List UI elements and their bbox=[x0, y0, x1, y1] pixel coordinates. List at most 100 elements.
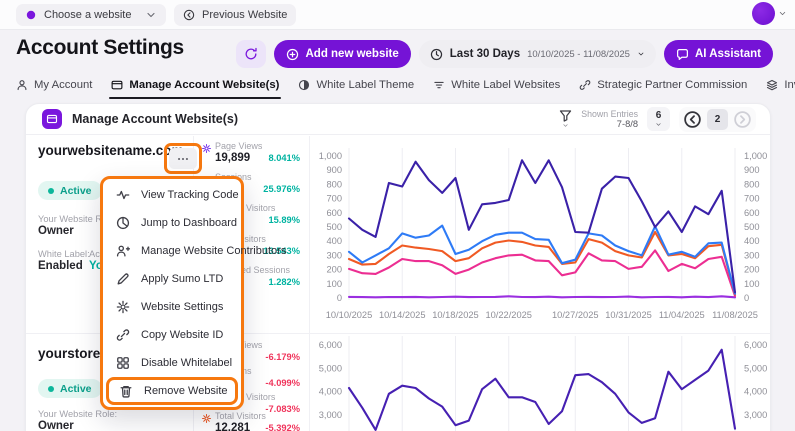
svg-text:100: 100 bbox=[326, 279, 342, 289]
menu-item-apply-sumo-ltd[interactable]: Apply Sumo LTD bbox=[103, 265, 241, 293]
more-options-button[interactable] bbox=[169, 148, 197, 169]
tab-my-account[interactable]: My Account bbox=[16, 79, 92, 99]
svg-text:3,000: 3,000 bbox=[744, 410, 767, 420]
menu-item-label: Copy Website ID bbox=[141, 329, 224, 341]
traffic-chart: 3,000 3,000 4,000 4,000 5,000 5,000 6,000 6,000 bbox=[319, 336, 767, 431]
app-screen: Choose a website Previous Website Accoun… bbox=[0, 0, 795, 431]
stat-delta: 1.282% bbox=[268, 277, 300, 287]
pen-icon bbox=[116, 272, 130, 286]
bars-icon bbox=[433, 79, 445, 91]
role-value: Owner bbox=[38, 225, 74, 237]
ai-assistant-button[interactable]: AI Assistant bbox=[663, 40, 773, 68]
tab-invoices[interactable]: Invoices bbox=[766, 79, 795, 99]
panel-title: Manage Account Website(s) bbox=[72, 112, 238, 126]
role-label: Your Website Role: bbox=[38, 409, 118, 419]
date-range-value: 10/10/2025 - 11/08/2025 bbox=[527, 48, 630, 60]
stat-delta: 15.89% bbox=[268, 215, 300, 225]
svg-text:600: 600 bbox=[744, 208, 760, 218]
svg-text:11/04/2025: 11/04/2025 bbox=[659, 310, 705, 320]
globe-dot-icon bbox=[25, 9, 37, 21]
menu-item-label: Jump to Dashboard bbox=[141, 217, 237, 229]
choose-website-dropdown[interactable]: Choose a website bbox=[16, 4, 166, 26]
add-new-website-button[interactable]: Add new website bbox=[274, 40, 411, 68]
period-label: Last 30 Days bbox=[449, 48, 521, 60]
sun-icon bbox=[201, 413, 212, 424]
tab-label: White Label Theme bbox=[316, 79, 415, 91]
svg-text:100: 100 bbox=[744, 279, 760, 289]
shown-entries: Shown Entries 7-8/8 bbox=[581, 109, 638, 130]
menu-item-jump-to-dashboard[interactable]: Jump to Dashboard bbox=[103, 209, 241, 237]
svg-text:500: 500 bbox=[326, 222, 342, 232]
svg-text:10/10/2025: 10/10/2025 bbox=[326, 310, 373, 320]
svg-text:5,000: 5,000 bbox=[319, 363, 342, 373]
svg-text:900: 900 bbox=[326, 165, 342, 175]
menu-item-website-settings[interactable]: Website Settings bbox=[103, 293, 241, 321]
svg-text:0: 0 bbox=[337, 293, 342, 303]
tab-white-label-theme[interactable]: White Label Theme bbox=[298, 79, 414, 99]
panel-header: Manage Account Website(s) Shown Entries … bbox=[26, 104, 770, 135]
page-title: Account Settings bbox=[16, 36, 184, 59]
tab-manage-account-website-s[interactable]: Manage Account Website(s) bbox=[109, 79, 282, 99]
status-dot-icon bbox=[48, 187, 54, 194]
svg-text:200: 200 bbox=[744, 265, 760, 275]
role-value: Owner bbox=[38, 420, 74, 431]
activity-icon bbox=[116, 188, 130, 202]
ai-assistant-label: AI Assistant bbox=[694, 48, 761, 60]
menu-item-copy-website-id[interactable]: Copy Website ID bbox=[103, 321, 241, 349]
panel-controls: Shown Entries 7-8/8 6 2 bbox=[559, 106, 756, 132]
tab-white-label-websites[interactable]: White Label Websites bbox=[433, 79, 560, 99]
card-icon bbox=[46, 113, 58, 125]
stat-delta: 25.976% bbox=[263, 184, 300, 194]
browser-icon bbox=[111, 79, 123, 91]
date-range-picker[interactable]: Last 30 Days 10/10/2025 - 11/08/2025 bbox=[418, 40, 656, 68]
svg-text:700: 700 bbox=[744, 194, 760, 204]
panel-title-group: Manage Account Website(s) bbox=[42, 109, 238, 129]
user-menu[interactable] bbox=[752, 2, 787, 25]
svg-text:600: 600 bbox=[326, 208, 342, 218]
status-dot-icon bbox=[48, 385, 54, 392]
svg-text:400: 400 bbox=[744, 236, 760, 246]
svg-text:3,000: 3,000 bbox=[319, 410, 342, 420]
sun-icon bbox=[201, 143, 212, 154]
pagination: 2 bbox=[679, 106, 756, 132]
svg-text:900: 900 bbox=[744, 165, 760, 175]
stat-page-views: Page Views 19,899 8.041% bbox=[201, 141, 300, 168]
refresh-button[interactable] bbox=[236, 40, 267, 68]
card-icon bbox=[42, 109, 62, 129]
svg-text:4,000: 4,000 bbox=[319, 387, 342, 397]
tab-label: Manage Account Website(s) bbox=[129, 79, 280, 91]
chevron-down-icon bbox=[778, 9, 787, 18]
avatar bbox=[752, 2, 775, 25]
tab-label: Strategic Partner Commission bbox=[597, 79, 748, 91]
tab-strategic-partner-commission[interactable]: Strategic Partner Commission bbox=[579, 79, 747, 99]
website-name: yourwebsitename.com bbox=[38, 143, 184, 158]
status-badge: Active bbox=[38, 181, 102, 200]
website-context-menu: View Tracking Code Jump to Dashboard Manag… bbox=[100, 176, 286, 410]
user-plus-icon bbox=[116, 244, 130, 258]
stat-delta: -6.179% bbox=[265, 352, 300, 362]
page-size-select[interactable]: 6 bbox=[647, 107, 670, 131]
menu-item-remove-website[interactable]: Remove Website bbox=[106, 377, 238, 405]
svg-text:300: 300 bbox=[744, 250, 760, 260]
svg-text:700: 700 bbox=[326, 194, 342, 204]
svg-text:0: 0 bbox=[744, 293, 749, 303]
prev-page-button[interactable] bbox=[683, 110, 702, 129]
link-icon bbox=[579, 79, 591, 91]
traffic-chart: 0 0 100 100 200 200 300 300 400 400 500 500 600 600 70… bbox=[319, 148, 767, 320]
previous-website-button[interactable]: Previous Website bbox=[174, 4, 297, 26]
tab-label: My Account bbox=[34, 79, 93, 91]
clock-icon bbox=[430, 48, 443, 61]
status-label: Active bbox=[60, 184, 92, 197]
tab-label: Invoices bbox=[784, 79, 795, 91]
column-divider bbox=[309, 333, 310, 431]
gear-icon bbox=[116, 300, 130, 314]
filter-button[interactable] bbox=[559, 109, 572, 129]
menu-item-view-tracking-code[interactable]: View Tracking Code bbox=[103, 181, 241, 209]
menu-item-manage-website-contributors[interactable]: Manage Website Contributors bbox=[103, 237, 286, 265]
stat-label: Page Views bbox=[215, 141, 263, 151]
next-page-button[interactable] bbox=[733, 110, 752, 129]
svg-text:300: 300 bbox=[326, 250, 342, 260]
svg-text:10/14/2025: 10/14/2025 bbox=[379, 310, 426, 320]
svg-text:10/22/2025: 10/22/2025 bbox=[485, 310, 532, 320]
menu-item-disable-whitelabel[interactable]: Disable Whitelabel bbox=[103, 349, 241, 377]
